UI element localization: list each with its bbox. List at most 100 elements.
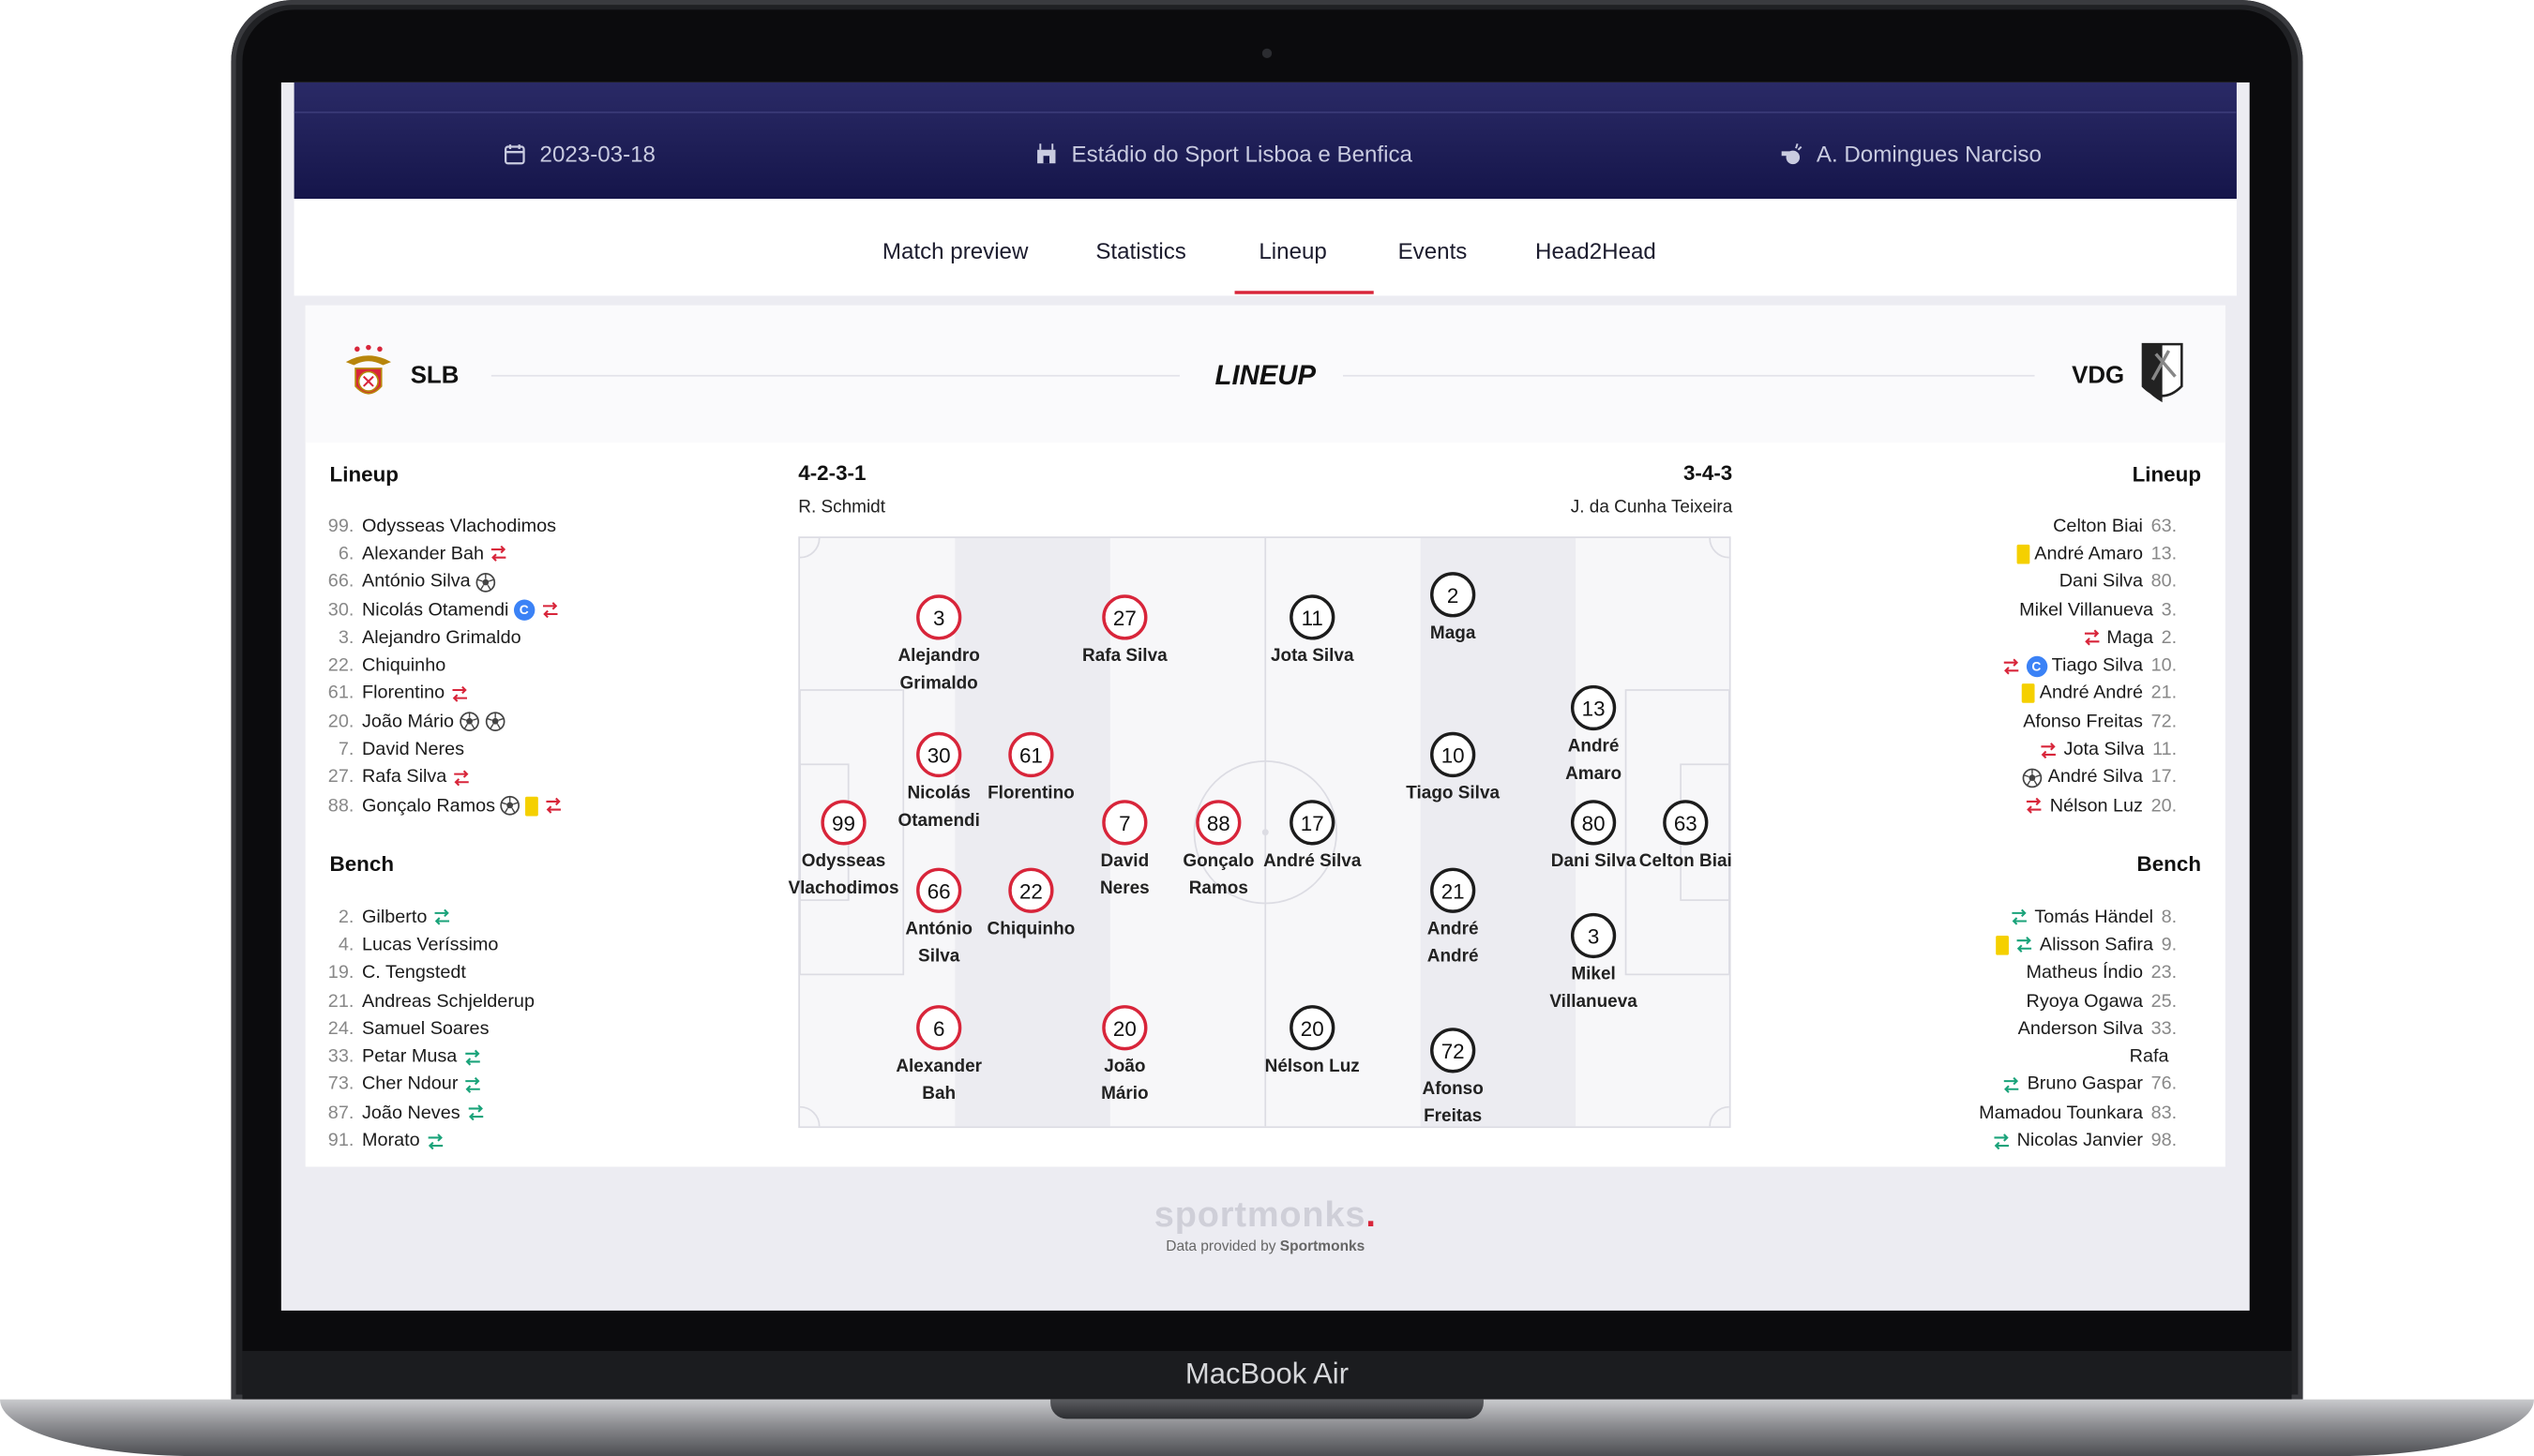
player-name[interactable]: Jota Silva: [2064, 740, 2145, 759]
player-name[interactable]: Nicolás Otamendi: [362, 600, 508, 620]
player-row[interactable]: Maga 2.: [1821, 624, 2177, 653]
tab-statistics[interactable]: Statistics: [1095, 237, 1186, 263]
away-pitch-player[interactable]: 17 André Silva: [1247, 800, 1377, 876]
tab-events[interactable]: Events: [1398, 237, 1468, 263]
player-name[interactable]: Afonso Freitas: [2023, 713, 2143, 732]
player-name[interactable]: Lucas Veríssimo: [362, 936, 498, 955]
tab-lineup[interactable]: Lineup: [1259, 237, 1326, 263]
player-row[interactable]: André Silva 17.: [1821, 764, 2177, 792]
player-name[interactable]: Alisson Safira: [2040, 936, 2153, 955]
data-credit-brand[interactable]: Sportmonks: [1280, 1238, 1365, 1253]
player-name[interactable]: Rafa: [2130, 1047, 2169, 1067]
player-row[interactable]: Jota Silva 11.: [1821, 736, 2177, 764]
player-name[interactable]: Matheus Índio: [2026, 964, 2143, 983]
away-pitch-player[interactable]: 10 Tiago Silva: [1388, 731, 1517, 808]
player-name[interactable]: André Silva: [2048, 768, 2143, 788]
player-name[interactable]: Chiquinho: [362, 656, 445, 676]
player-name[interactable]: Andreas Schjelderup: [362, 992, 535, 1012]
player-row[interactable]: 88. Gonçalo Ramos: [306, 792, 694, 820]
player-row[interactable]: Nicolas Janvier 98.: [1821, 1127, 2177, 1155]
player-row[interactable]: 33. Petar Musa: [306, 1043, 694, 1072]
player-row[interactable]: 6. Alexander Bah: [306, 540, 694, 568]
player-row[interactable]: 30. Nicolás Otamendi C: [306, 596, 694, 624]
player-row[interactable]: C Tiago Silva 10.: [1821, 652, 2177, 680]
player-name[interactable]: André Amaro: [2034, 545, 2143, 564]
player-row[interactable]: Celton Biai 63.: [1821, 512, 2177, 540]
player-row[interactable]: 66. António Silva: [306, 568, 694, 596]
player-row[interactable]: Anderson Silva 33.: [1821, 1015, 2177, 1043]
tab-head2head[interactable]: Head2Head: [1535, 237, 1656, 263]
player-row[interactable]: André André 21.: [1821, 680, 2177, 708]
sportmonks-logo[interactable]: sportmonks.: [281, 1194, 2250, 1237]
player-row[interactable]: 2. Gilberto: [306, 904, 694, 932]
away-pitch-player[interactable]: 21 André André: [1388, 867, 1517, 971]
player-name[interactable]: C. Tengstedt: [362, 964, 466, 983]
away-team-crest[interactable]: [2140, 341, 2185, 406]
away-pitch-player[interactable]: 2 Maga: [1388, 572, 1517, 648]
player-row[interactable]: 99. Odysseas Vlachodimos: [306, 512, 694, 540]
player-row[interactable]: 61. Florentino: [306, 680, 694, 708]
home-pitch-player[interactable]: 6 Alexander Bah: [874, 1005, 1003, 1108]
player-row[interactable]: Bruno Gaspar 76.: [1821, 1071, 2177, 1099]
player-name[interactable]: Bruno Gaspar: [2028, 1075, 2143, 1095]
player-name[interactable]: Dani Silva: [2059, 573, 2143, 593]
player-row[interactable]: Afonso Freitas 72.: [1821, 708, 2177, 736]
player-name[interactable]: Maga: [2106, 628, 2153, 648]
player-row[interactable]: André Amaro 13.: [1821, 540, 2177, 568]
player-name[interactable]: David Neres: [362, 740, 464, 759]
player-name[interactable]: Alejandro Grimaldo: [362, 628, 521, 648]
home-pitch-player[interactable]: 27 Rafa Silva: [1060, 594, 1189, 670]
home-pitch-player[interactable]: 20 João Mário: [1060, 1005, 1189, 1108]
away-pitch-player[interactable]: 63 Celton Biai: [1621, 800, 1750, 876]
player-row[interactable]: 91. Morato: [306, 1127, 694, 1155]
player-name[interactable]: Nélson Luz: [2050, 796, 2143, 816]
player-name[interactable]: Tiago Silva: [2052, 656, 2143, 676]
home-pitch-player[interactable]: 22 Chiquinho: [966, 867, 1095, 944]
player-name[interactable]: Petar Musa: [362, 1047, 457, 1067]
player-name[interactable]: Anderson Silva: [2018, 1019, 2143, 1039]
player-row[interactable]: Alisson Safira 9.: [1821, 931, 2177, 959]
home-pitch-player[interactable]: 3 Alejandro Grimaldo: [874, 594, 1003, 698]
home-pitch-player[interactable]: 61 Florentino: [966, 731, 1095, 808]
player-row[interactable]: Dani Silva 80.: [1821, 568, 2177, 596]
player-name[interactable]: João Mário: [362, 713, 454, 732]
player-row[interactable]: 73. Cher Ndour: [306, 1071, 694, 1099]
player-name[interactable]: Ryoya Ogawa: [2027, 992, 2143, 1012]
player-name[interactable]: Rafa Silva: [362, 768, 446, 788]
player-row[interactable]: 4. Lucas Veríssimo: [306, 931, 694, 959]
player-row[interactable]: 27. Rafa Silva: [306, 764, 694, 792]
player-row[interactable]: 19. C. Tengstedt: [306, 959, 694, 987]
tab-match-preview[interactable]: Match preview: [882, 237, 1029, 263]
player-row[interactable]: 21. Andreas Schjelderup: [306, 987, 694, 1015]
player-row[interactable]: 22. Chiquinho: [306, 652, 694, 680]
away-pitch-player[interactable]: 11 Jota Silva: [1247, 594, 1377, 670]
player-row[interactable]: 7. David Neres: [306, 736, 694, 764]
away-pitch-player[interactable]: 72 Afonso Freitas: [1388, 1028, 1517, 1131]
player-row[interactable]: 24. Samuel Soares: [306, 1015, 694, 1043]
player-name[interactable]: Florentino: [362, 684, 445, 704]
player-name[interactable]: Tomás Händel: [2034, 908, 2153, 927]
player-name[interactable]: Morato: [362, 1132, 420, 1151]
player-name[interactable]: João Neves: [362, 1103, 460, 1123]
player-name[interactable]: Celton Biai: [2053, 517, 2143, 536]
away-pitch-player[interactable]: 20 Nélson Luz: [1247, 1005, 1377, 1081]
player-row[interactable]: Nélson Luz 20.: [1821, 792, 2177, 820]
player-name[interactable]: Cher Ndour: [362, 1075, 458, 1095]
player-name[interactable]: Odysseas Vlachodimos: [362, 517, 556, 536]
player-row[interactable]: 20. João Mário: [306, 708, 694, 736]
player-row[interactable]: Ryoya Ogawa 25.: [1821, 987, 2178, 1015]
player-name[interactable]: Gilberto: [362, 908, 427, 927]
player-row[interactable]: Mikel Villanueva 3.: [1821, 596, 2177, 624]
player-row[interactable]: 87. João Neves: [306, 1099, 694, 1127]
player-row[interactable]: Rafa: [1821, 1043, 2177, 1072]
player-name[interactable]: Samuel Soares: [362, 1019, 489, 1039]
player-name[interactable]: André André: [2040, 684, 2143, 704]
player-name[interactable]: Mikel Villanueva: [2019, 600, 2153, 620]
player-row[interactable]: Mamadou Tounkara 83.: [1821, 1099, 2177, 1127]
away-pitch-player[interactable]: 3 Mikel Villanueva: [1529, 912, 1658, 1016]
player-name[interactable]: António Silva: [362, 573, 471, 593]
away-pitch-player[interactable]: 13 André Amaro: [1529, 684, 1658, 788]
player-row[interactable]: Tomás Händel 8.: [1821, 904, 2177, 932]
player-name[interactable]: Alexander Bah: [362, 545, 484, 564]
player-row[interactable]: 3. Alejandro Grimaldo: [306, 624, 694, 653]
